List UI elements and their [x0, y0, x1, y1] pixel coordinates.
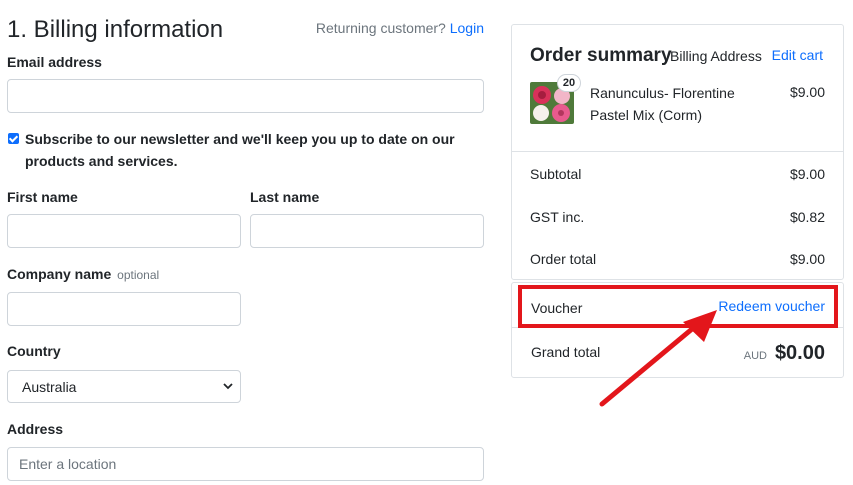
first-name-field[interactable] [8, 215, 240, 247]
page-title: 1. Billing information [7, 16, 224, 43]
returning-customer: Returning customer? Login [316, 20, 484, 36]
first-name-label: First name [7, 189, 78, 205]
country-select[interactable]: Australia [7, 370, 241, 403]
order-total-label: Order total [530, 251, 597, 267]
company-label-text: Company name [7, 266, 112, 282]
first-name-wrapper [7, 214, 241, 248]
order-total-value: $9.00 [789, 251, 825, 267]
chevron-down-icon [223, 383, 233, 390]
billing-address-label: Billing Address [670, 48, 762, 64]
gst-label: GST inc. [530, 209, 585, 225]
currency-code: AUD [743, 350, 767, 362]
email-field-wrapper [7, 79, 484, 113]
optional-tag: optional [117, 268, 160, 282]
returning-customer-text: Returning customer? [315, 20, 446, 36]
summary-title: Order summary [530, 45, 672, 66]
last-name-label: Last name [250, 189, 320, 205]
edit-cart-link[interactable]: Edit cart [772, 47, 823, 63]
summary-divider [512, 151, 843, 152]
country-select-value: Australia [22, 379, 77, 395]
subtotal-value: $9.00 [789, 166, 825, 182]
email-label: Email address [7, 54, 102, 70]
last-name-field[interactable] [251, 215, 483, 247]
company-wrapper [7, 292, 241, 326]
product-name: Ranunculus- Florentine Pastel Mix (Corm) [590, 85, 735, 123]
address-label: Address [7, 421, 64, 437]
quantity-badge: 20 [557, 74, 581, 92]
order-summary: Order summary Billing Address Edit cart … [511, 24, 844, 280]
newsletter-checkbox[interactable] [8, 133, 19, 144]
red-arrow-icon [599, 310, 717, 407]
grand-total-value: $0.00 [774, 342, 825, 364]
billing-header: 1. Billing information Returning custome… [7, 14, 484, 46]
newsletter-label: Subscribe to our newsletter and we'll ke… [25, 131, 455, 169]
email-field[interactable] [8, 80, 483, 112]
address-field[interactable] [8, 448, 483, 480]
last-name-wrapper [250, 214, 484, 248]
product-price: $9.00 [789, 84, 825, 100]
country-label: Country [7, 343, 61, 359]
login-link[interactable]: Login [450, 20, 484, 36]
company-field[interactable] [8, 293, 240, 325]
address-wrapper [7, 447, 484, 481]
company-label: Company name optional [7, 266, 159, 282]
subtotal-label: Subtotal [530, 166, 582, 182]
gst-value: $0.82 [789, 209, 825, 225]
